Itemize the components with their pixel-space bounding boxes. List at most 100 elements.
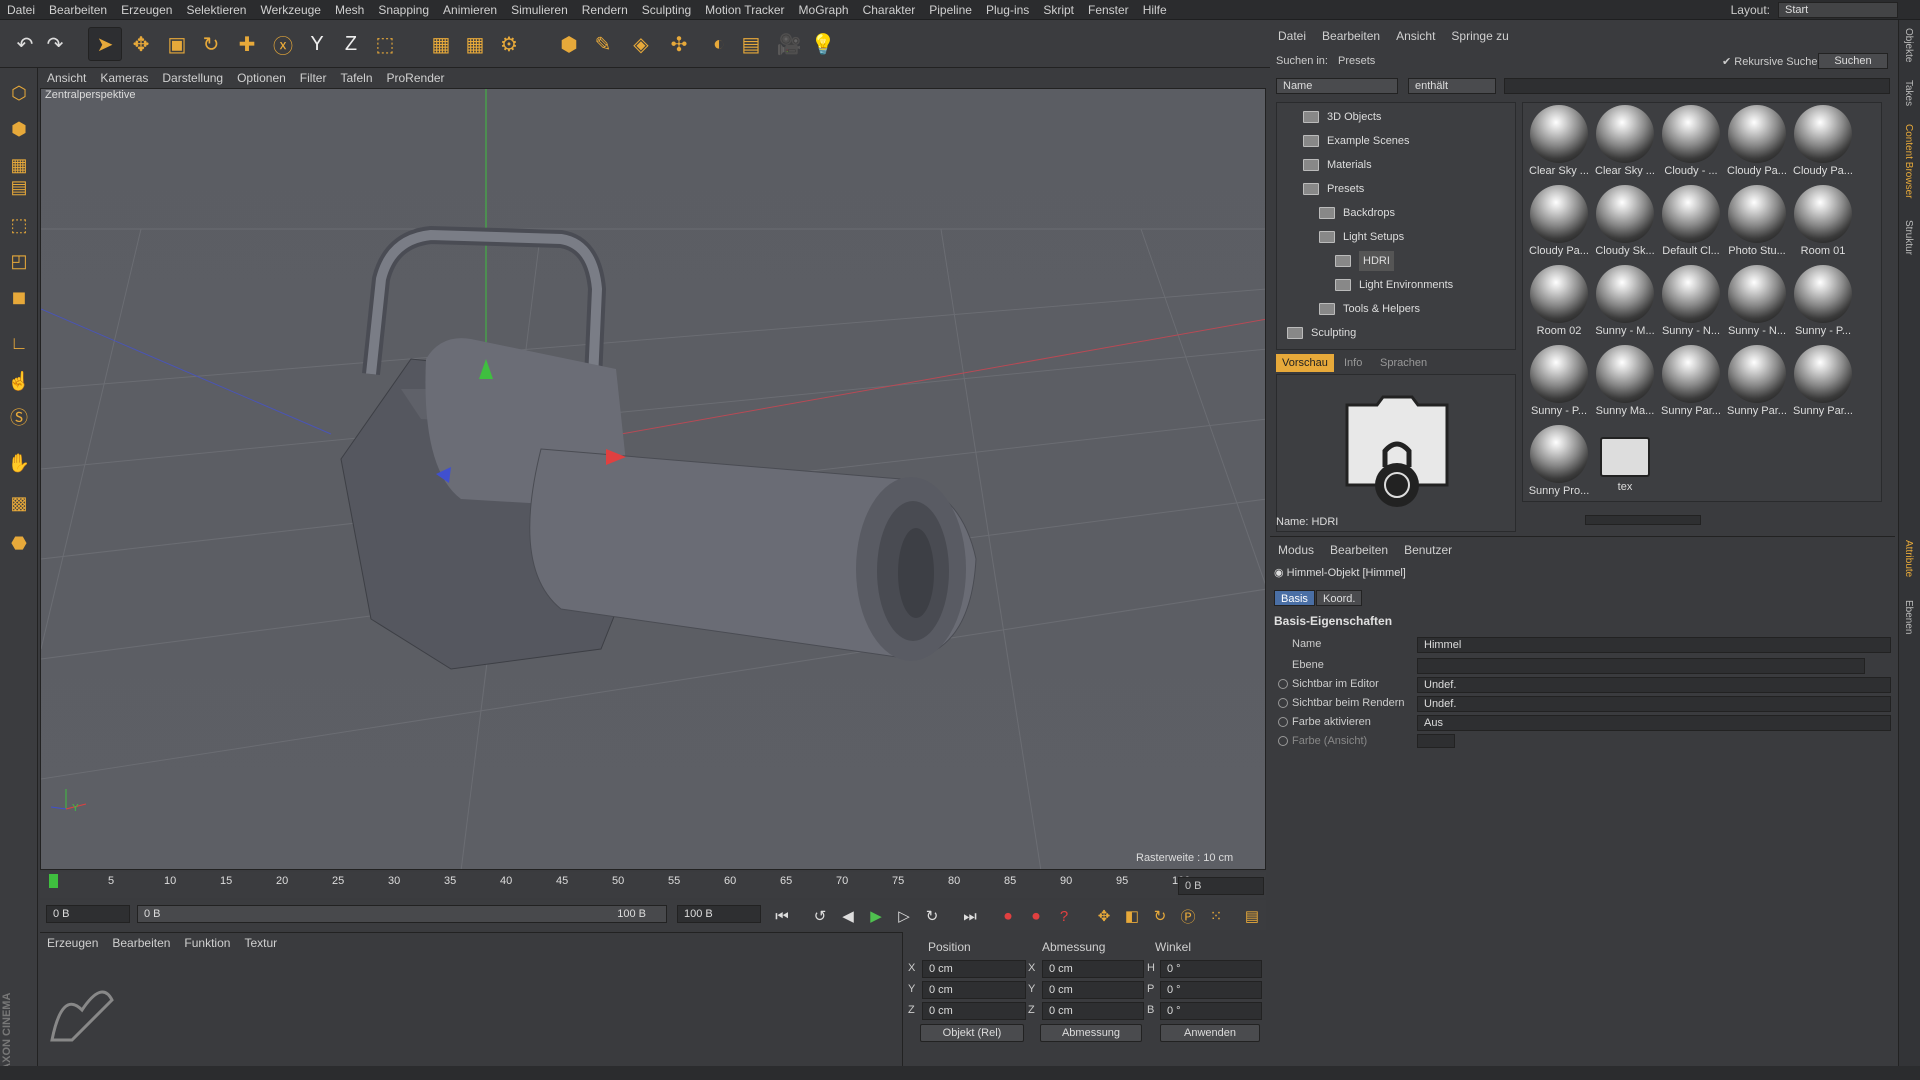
x-axis-icon[interactable]: ⓧ [266,27,300,61]
select-arrow-icon[interactable]: ➤ [88,27,122,61]
search-button[interactable]: Suchen [1818,53,1888,69]
keyframe-selection-icon[interactable]: ? [1052,904,1076,928]
mesh-mode-icon[interactable]: ⬢ [3,114,35,144]
tree-item-materials[interactable]: Materials [1303,155,1372,175]
autokey-icon[interactable]: ⏺ [1024,904,1048,928]
tab-koord[interactable]: Koord. [1316,590,1363,606]
tree-item-light-setups[interactable]: Light Setups [1319,227,1404,247]
timeline-window-icon[interactable]: ▤ [1240,904,1264,928]
preset-thumbnail[interactable]: Sunny - N... [1725,265,1789,337]
menu-bearbeiten[interactable]: Bearbeiten [42,0,114,20]
render-view-icon[interactable]: ▦ [424,27,458,61]
material-menu-textur[interactable]: Textur [237,933,284,953]
menu-charakter[interactable]: Charakter [856,0,923,20]
filter-field-select[interactable]: Name [1276,78,1398,94]
preset-thumbnail[interactable]: Cloudy Pa... [1725,105,1789,177]
pen-icon[interactable]: ✎ [586,27,620,61]
camera-icon[interactable]: 🎥 [772,27,806,61]
menu-motion-tracker[interactable]: Motion Tracker [698,0,791,20]
key-rotation-icon[interactable]: ↻ [1148,904,1172,928]
viewport-menu-kameras[interactable]: Kameras [93,68,155,88]
preset-thumbnail[interactable]: Sunny Par... [1725,345,1789,417]
menu-simulieren[interactable]: Simulieren [504,0,575,20]
preset-thumbnail[interactable]: Clear Sky ... [1527,105,1591,177]
prev-key-icon[interactable]: ↺ [808,904,832,928]
preset-thumbnail[interactable]: Cloudy - ... [1659,105,1723,177]
attr-animate-radio[interactable] [1278,736,1288,746]
material-menu-funktion[interactable]: Funktion [177,933,237,953]
snap-icon[interactable]: Ⓢ [3,402,35,432]
key-parameter-icon[interactable]: Ⓟ [1176,904,1200,928]
size-mode-select[interactable]: Abmessung [1040,1024,1142,1042]
array-icon[interactable]: ✣ [662,27,696,61]
size-z-field[interactable]: 0 cm [1042,1002,1144,1020]
search-path[interactable]: Presets [1338,55,1375,67]
menu-mesh[interactable]: Mesh [328,0,371,20]
preset-thumbnail[interactable]: Cloudy Pa... [1791,105,1855,177]
side-tab-struktur[interactable]: Struktur [1903,220,1914,255]
preset-thumbnail[interactable]: Cloudy Sk... [1593,185,1657,257]
preset-thumbnail[interactable]: tex [1593,425,1657,493]
preset-thumbnail[interactable]: Default Cl... [1659,185,1723,257]
next-frame-icon[interactable]: ▷ [892,904,916,928]
layout-select[interactable]: Start [1778,2,1898,18]
menu-animieren[interactable]: Animieren [436,0,504,20]
move-icon[interactable]: ✥ [124,27,158,61]
menu-werkzeuge[interactable]: Werkzeuge [253,0,327,20]
tree-item-backdrops[interactable]: Backdrops [1319,203,1395,223]
key-pla-icon[interactable]: ⁙ [1204,904,1228,928]
attribute-menu-benutzer[interactable]: Benutzer [1396,540,1460,560]
rotation-h-field[interactable]: 0 ° [1160,960,1262,978]
end-frame-field[interactable]: 100 B [677,905,761,923]
attribute-menu-modus[interactable]: Modus [1270,540,1322,560]
coordinate-system-icon[interactable]: ⬚ [368,27,402,61]
axis-mode-icon[interactable]: ∟ [3,328,35,358]
preset-thumbnail[interactable]: Room 02 [1527,265,1591,337]
tree-item-presets[interactable]: Presets [1303,179,1364,199]
current-frame-field[interactable]: 0 B [1178,877,1264,895]
attr-animate-radio[interactable] [1278,679,1288,689]
menu-hilfe[interactable]: Hilfe [1136,0,1174,20]
preset-thumbnail[interactable]: Sunny - M... [1593,265,1657,337]
preset-thumbnail[interactable]: Sunny - N... [1659,265,1723,337]
polygons-mode-icon[interactable]: ◼ [3,282,35,312]
menu-selektieren[interactable]: Selektieren [179,0,253,20]
points-mode-icon[interactable]: ⬚ [3,210,35,240]
preset-thumbnail[interactable]: Cloudy Pa... [1527,185,1591,257]
side-tab-objekte[interactable]: Objekte [1903,28,1914,62]
menu-pipeline[interactable]: Pipeline [922,0,979,20]
side-tab-ebenen[interactable]: Ebenen [1903,600,1914,634]
texture-grid-icon[interactable]: ▩ [3,488,35,518]
tree-item-light-environments[interactable]: Light Environments [1335,275,1453,295]
edges-mode-icon[interactable]: ◰ [3,246,35,276]
key-scale-icon[interactable]: ◧ [1120,904,1144,928]
attr-animate-radio[interactable] [1278,717,1288,727]
attr-color-swatch[interactable] [1417,734,1455,748]
position-z-field[interactable]: 0 cm [922,1002,1026,1020]
preset-thumbnail[interactable]: Sunny - P... [1791,265,1855,337]
attr-value-3[interactable]: Undef. [1417,696,1891,712]
thumbnail-size-slider[interactable] [1585,515,1701,525]
tweak-mode-icon[interactable]: ☝ [3,366,35,396]
light-icon[interactable]: 💡 [806,27,840,61]
preset-thumbnail[interactable]: Sunny Par... [1659,345,1723,417]
timeline-ruler[interactable]: 0510152025303540455055606570758085909510… [40,872,1266,898]
tree-item-tools-helpers[interactable]: Tools & Helpers [1319,299,1420,319]
menu-plug-ins[interactable]: Plug-ins [979,0,1036,20]
redo-icon[interactable]: ↷ [38,27,72,61]
viewport-menu-prorender[interactable]: ProRender [380,68,452,88]
tree-item-hdri[interactable]: HDRI [1335,251,1394,271]
tree-item-3d-objects[interactable]: 3D Objects [1303,107,1381,127]
attr-value-0[interactable]: Himmel [1417,637,1891,653]
subdivision-icon[interactable]: ◈ [624,27,658,61]
apply-button[interactable]: Anwenden [1160,1024,1260,1042]
size-y-field[interactable]: 0 cm [1042,981,1144,999]
spotlight-model[interactable] [340,225,977,670]
start-frame-field[interactable]: 0 B [46,905,130,923]
add-icon[interactable]: ✚ [230,27,264,61]
preset-thumbnail[interactable]: Sunny Par... [1791,345,1855,417]
recursive-search-checkbox[interactable]: ✔ Rekursive Suche [1722,55,1817,68]
timeline-playhead[interactable] [49,874,58,888]
content-browser-menu-datei[interactable]: Datei [1270,26,1314,46]
menu-fenster[interactable]: Fenster [1081,0,1136,20]
